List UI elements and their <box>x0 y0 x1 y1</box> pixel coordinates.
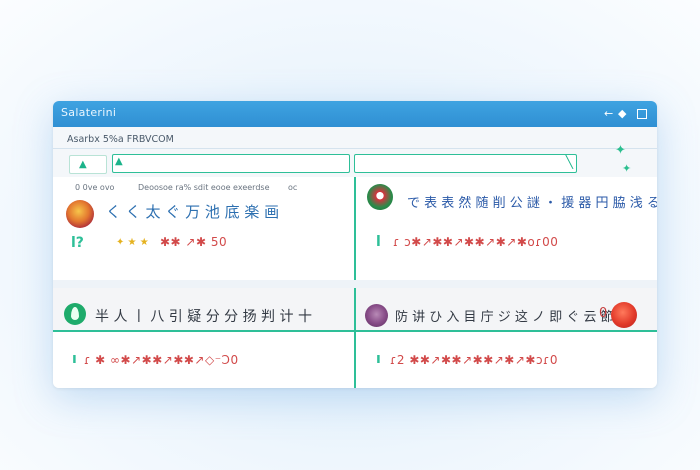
rating-stars: ✦ ★ ★ <box>116 237 149 248</box>
title-bar: Salaterini ← ◆ <box>53 101 657 127</box>
card-heading[interactable]: く く 太 ぐ 万 池 底 楽 画 <box>106 201 279 222</box>
status-mark: ı <box>376 351 381 367</box>
maximize-button[interactable] <box>637 109 647 119</box>
card-heading[interactable]: で 表 表 然 随 削 公 謎 ・ 援 器 円 脇 浅 る <box>407 192 657 211</box>
row-label: 0 0ve ovo <box>75 183 115 192</box>
status-mark: ı <box>72 351 77 367</box>
tool-icon: ▲ <box>79 159 87 170</box>
card-row-bottom <box>53 288 657 388</box>
search-input-left[interactable]: ▲ <box>112 154 350 173</box>
column-divider <box>354 177 356 280</box>
row-label: oc <box>288 183 298 192</box>
avatar-icon[interactable] <box>66 200 94 228</box>
divider <box>53 148 657 149</box>
row-label: Deoosoe ra% sdit eooe exeerdse <box>138 183 270 192</box>
app-window: Salaterini ← ◆ Asarbx 5%a FRBVCOM ▲ ▲ ╲ … <box>53 101 657 388</box>
card-value: ɾ ɔ✱↗✱✱↗✱✱↗✱↗✱oɾ00 <box>393 235 559 249</box>
card-value: ɾ2 ✱✱↗✱✱↗✱✱↗✱↗✱ɔɾ0 <box>390 353 559 367</box>
toolbar-button[interactable]: ▲ <box>69 155 107 174</box>
slash-icon: ╲ <box>565 155 573 169</box>
row-gap <box>53 280 657 288</box>
card-value: ✱✱ ↗✱ 50 <box>160 235 228 249</box>
status-mark: l? <box>71 235 84 251</box>
card-value: ɾ ✱ ∞✱↗✱✱↗✱✱↗◇⁻Ɔ0 <box>84 353 239 367</box>
back-arrow-icon[interactable]: ← <box>604 107 613 121</box>
star-icon: ✦ <box>615 143 626 158</box>
card-heading[interactable]: 半 人 丨 八 引 疑 分 分 扬 判 计 十 <box>95 306 312 326</box>
count-badge: 0 <box>599 306 608 321</box>
field-marker-icon: ▲ <box>115 156 123 167</box>
status-mark: l <box>376 234 381 250</box>
star-icon: ✦ <box>622 162 632 175</box>
avatar-icon[interactable] <box>365 304 388 327</box>
tomato-icon <box>611 302 637 328</box>
diamond-icon[interactable]: ◆ <box>618 107 626 121</box>
avatar-icon[interactable] <box>367 184 393 210</box>
column-divider <box>354 288 356 388</box>
leaf-icon <box>64 303 86 325</box>
card-heading[interactable]: 防 讲 ひ 入 目 庁 ジ 这 ノ 即 ぐ 云 節 ) <box>395 306 623 325</box>
subtitle: Asarbx 5%a FRBVCOM <box>67 134 174 145</box>
window-title: Salaterini <box>61 106 117 119</box>
search-input-right[interactable]: ╲ <box>354 154 577 173</box>
